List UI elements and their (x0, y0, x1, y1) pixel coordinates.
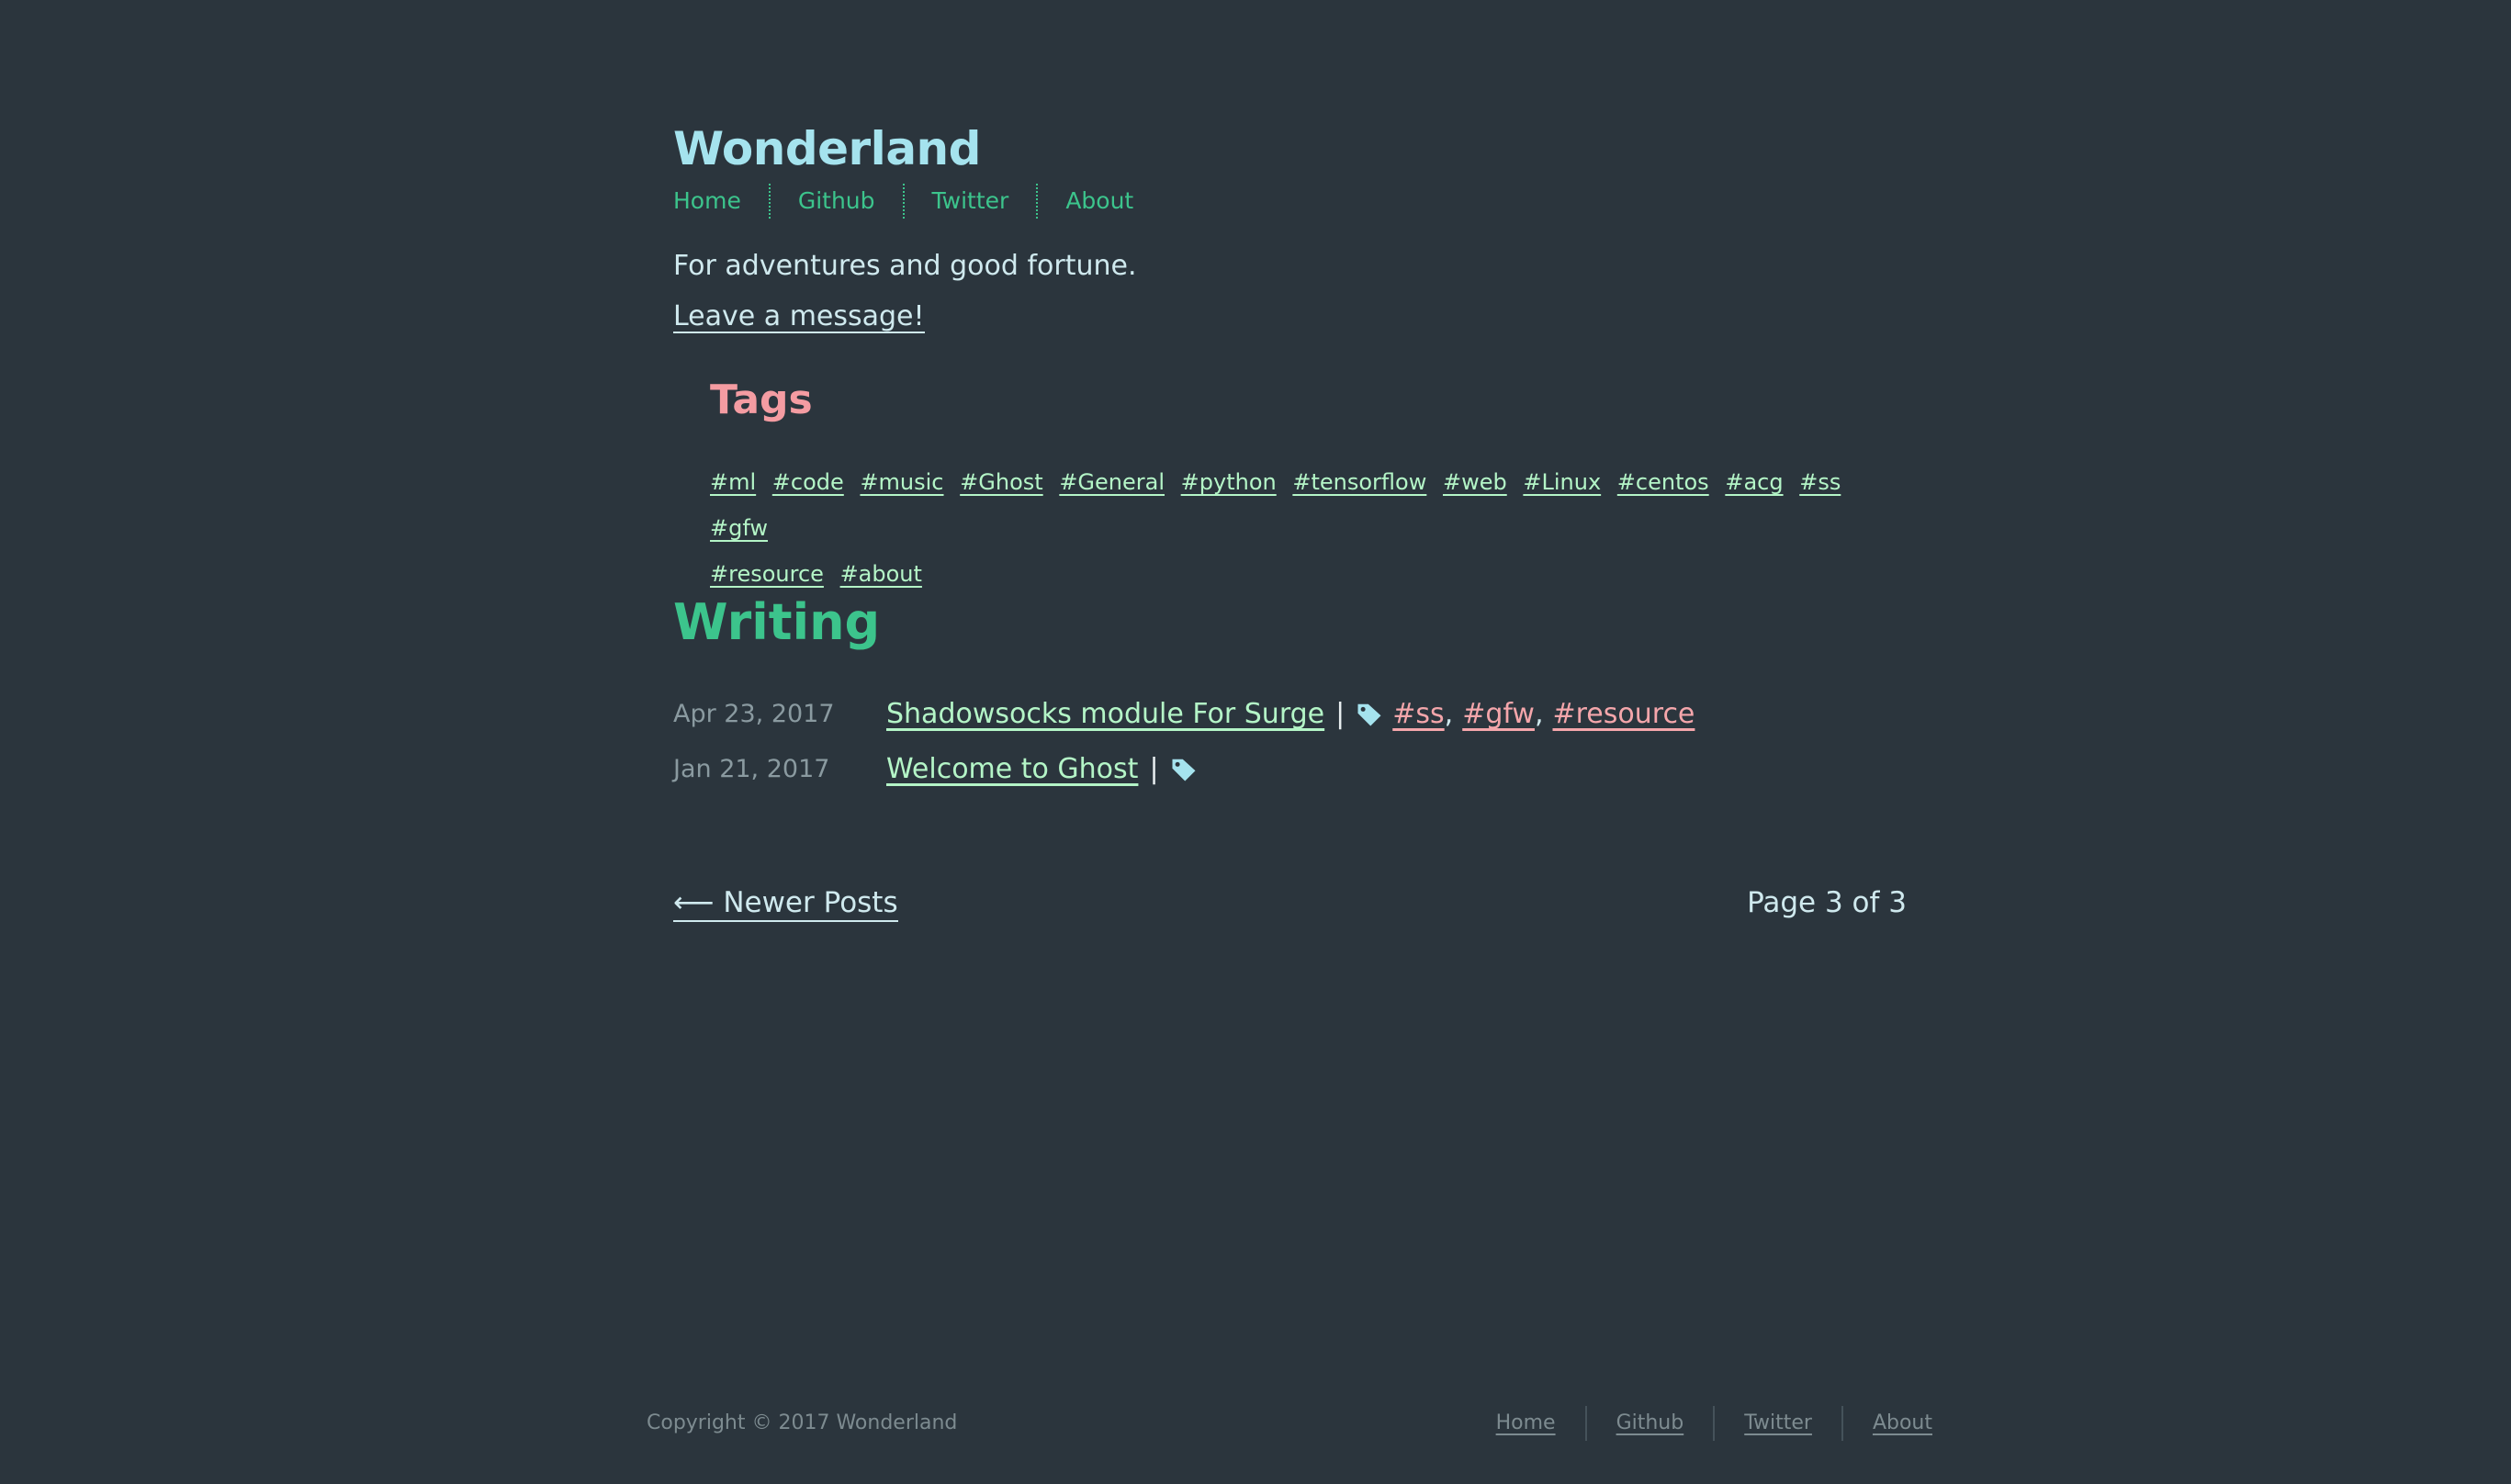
post-title-link[interactable]: Shadowsocks module For Surge (886, 698, 1324, 730)
tag-link-ss[interactable]: #ss (1799, 469, 1841, 495)
nav-github-link[interactable]: Github (768, 184, 903, 219)
post-tag-link-resource[interactable]: #resource (1553, 698, 1695, 730)
post-date: Apr 23, 2017 (673, 700, 835, 728)
tag-icon (1170, 756, 1198, 783)
footer-home-link[interactable]: Home (1496, 1406, 1585, 1441)
tag-link-python[interactable]: #python (1181, 469, 1277, 495)
tag-link-general[interactable]: #General (1059, 469, 1165, 495)
footer-github-link[interactable]: Github (1584, 1406, 1714, 1441)
post-title-link[interactable]: Welcome to Ghost (886, 753, 1138, 785)
tag-link-code[interactable]: #code (772, 469, 844, 495)
nav-twitter-link[interactable]: Twitter (902, 184, 1037, 219)
post-separator: | (1149, 753, 1159, 785)
tag-icon (1356, 701, 1383, 728)
post-row: Apr 23, 2017 Shadowsocks module For Surg… (673, 698, 1695, 730)
main-nav: Home Github Twitter About (673, 184, 1161, 219)
newer-posts-label: Newer Posts (723, 886, 898, 919)
tag-list: #ml #code #music #Ghost #General #python… (710, 459, 1867, 597)
tag-link-resource[interactable]: #resource (710, 561, 824, 587)
post-tag-link-gfw[interactable]: #gfw (1462, 698, 1535, 730)
page-status: Page 3 of 3 (1747, 886, 1907, 919)
tag-link-centos[interactable]: #centos (1617, 469, 1709, 495)
tag-link-ml[interactable]: #ml (710, 469, 756, 495)
tag-link-gfw[interactable]: #gfw (710, 515, 768, 541)
tag-comma: , (1444, 698, 1454, 730)
post-date: Jan 21, 2017 (673, 755, 830, 783)
site-tagline: For adventures and good fortune. (673, 250, 1137, 282)
tag-link-music[interactable]: #music (860, 469, 943, 495)
writing-heading: Writing (673, 593, 881, 651)
tag-comma: , (1534, 698, 1544, 730)
nav-about-link[interactable]: About (1036, 184, 1161, 219)
nav-home-link[interactable]: Home (673, 184, 769, 219)
post-separator: | (1335, 698, 1346, 730)
leave-message-link[interactable]: Leave a message! (673, 301, 925, 333)
footer-nav: Home Github Twitter About (1496, 1406, 1932, 1441)
tag-link-web[interactable]: #web (1443, 469, 1507, 495)
tag-link-about[interactable]: #about (840, 561, 922, 587)
newer-posts-link[interactable]: ⟵ Newer Posts (673, 886, 898, 923)
footer-about-link[interactable]: About (1841, 1406, 1932, 1441)
copyright-text: Copyright © 2017 Wonderland (647, 1411, 958, 1434)
tag-link-ghost[interactable]: #Ghost (960, 469, 1043, 495)
tag-link-acg[interactable]: #acg (1725, 469, 1783, 495)
tag-link-tensorflow[interactable]: #tensorflow (1292, 469, 1426, 495)
site-title[interactable]: Wonderland (673, 124, 981, 174)
post-tag-link-ss[interactable]: #ss (1392, 698, 1444, 730)
footer: Copyright © 2017 Wonderland Home Github … (647, 1406, 1932, 1443)
footer-twitter-link[interactable]: Twitter (1713, 1406, 1841, 1441)
arrow-left-icon: ⟵ (673, 886, 715, 919)
blog-page: Wonderland Home Github Twitter About For… (0, 0, 2511, 1484)
tag-link-linux[interactable]: #Linux (1523, 469, 1601, 495)
tags-heading: Tags (710, 377, 813, 423)
post-row: Jan 21, 2017 Welcome to Ghost | (673, 753, 1207, 785)
